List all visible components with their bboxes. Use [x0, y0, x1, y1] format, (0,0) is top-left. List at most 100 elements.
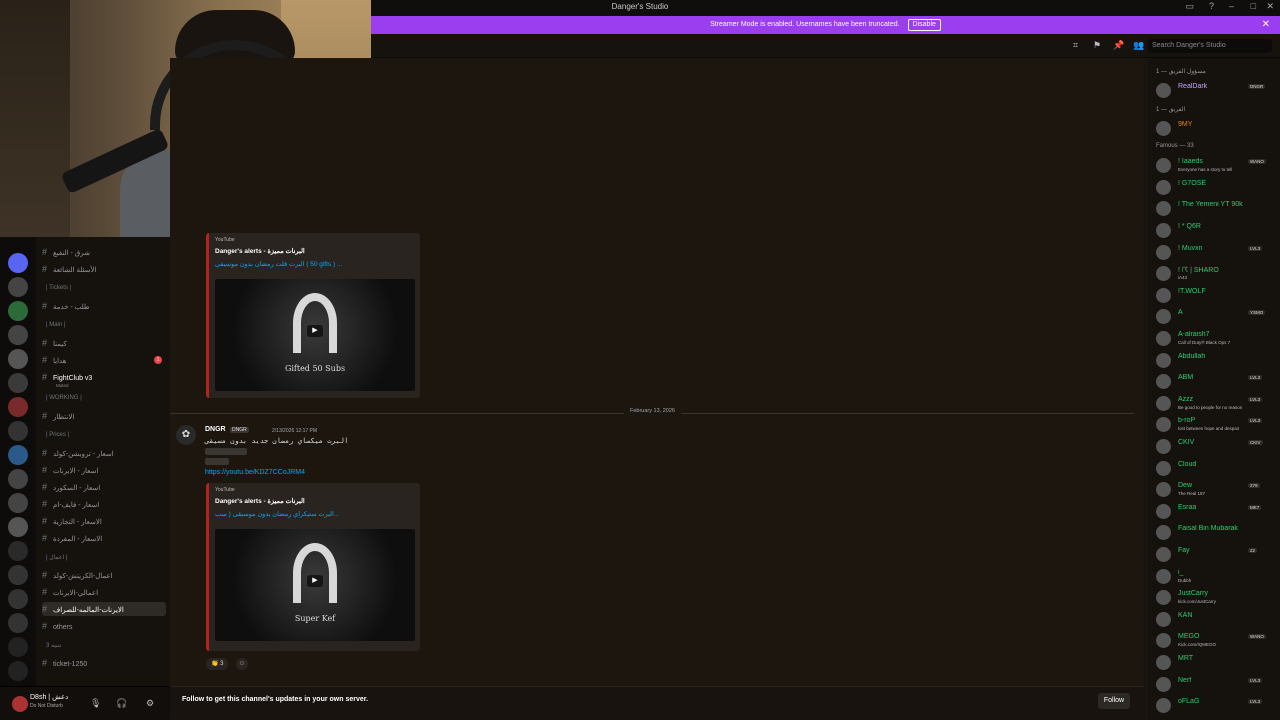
member-item[interactable]: ! The Yemeni YT 90k [1154, 198, 1276, 218]
member-item[interactable]: Fay 22 [1154, 544, 1276, 564]
member-item[interactable]: Nerf LVL3 [1154, 674, 1276, 694]
channel-item[interactable]: # others [42, 619, 166, 633]
server-icon[interactable] [8, 541, 28, 561]
channel-item[interactable]: # الايرنات-المالمه-للصراف [42, 602, 166, 616]
member-item[interactable]: KAN [1154, 609, 1276, 629]
play-icon[interactable]: ▶ [307, 575, 323, 587]
server-icon[interactable] [8, 373, 28, 393]
server-icon[interactable] [8, 613, 28, 633]
video-embed-1[interactable]: YouTube Danger's alerts - البرنات مميزة … [206, 233, 420, 398]
threads-icon[interactable]: ⌗ [1073, 40, 1078, 51]
member-item[interactable]: MRT [1154, 652, 1276, 672]
inbox-icon[interactable]: ▭ [1185, 1, 1194, 12]
message-link[interactable]: https://youtu.be/KDZ7CCoJRM4 [205, 469, 305, 476]
server-icon[interactable] [8, 517, 28, 537]
spoiler[interactable] [205, 458, 229, 465]
member-item[interactable]: MEGO WANO Kick.com/IQMEGO [1154, 630, 1276, 650]
channel-item[interactable]: # الاسعار - المفردة [42, 531, 166, 545]
reaction-button[interactable]: 👏 3 [206, 658, 229, 670]
channel-item[interactable]: # اعمالي-الايرنات [42, 585, 166, 599]
maximize-icon[interactable]: □ [1251, 1, 1256, 11]
channel-item[interactable]: # ticket-1250 [42, 656, 166, 670]
member-item[interactable]: CKIV CKIV [1154, 436, 1276, 456]
member-item[interactable]: ! G7OSE [1154, 177, 1276, 197]
member-item[interactable]: Faisal Bin Mubarak [1154, 522, 1276, 542]
member-item[interactable]: A-alraish7 Call of Duty® Black Ops 7 [1154, 328, 1276, 348]
play-icon[interactable]: ▶ [307, 325, 323, 337]
member-item[interactable]: Dew 279 The Real 187 [1154, 479, 1276, 499]
channel-category[interactable]: | Main | [46, 322, 65, 328]
avatar[interactable]: ✿ [176, 425, 196, 445]
channel-item[interactable]: # الانتظار [42, 409, 166, 423]
video-thumbnail[interactable]: ▶ Super Kef [215, 529, 415, 641]
server-icon[interactable] [8, 421, 28, 441]
server-icon[interactable] [8, 301, 28, 321]
spoiler[interactable] [205, 448, 247, 455]
server-icon[interactable] [8, 445, 28, 465]
server-icon[interactable] [8, 493, 28, 513]
channel-item[interactable]: # اسعار - فايف-ام [42, 497, 166, 511]
channel-item[interactable]: # الاسعار - التجارية [42, 514, 166, 528]
member-item[interactable]: Cloud [1154, 458, 1276, 478]
member-item[interactable]: ! Iaaeds WANO Everyone has a story to tell [1154, 155, 1276, 175]
member-item[interactable]: ! ☈ | SHARO iA43 [1154, 263, 1276, 283]
follow-button[interactable]: Follow [1098, 693, 1130, 709]
member-item[interactable]: Esraa MK7 [1154, 501, 1276, 521]
message-author[interactable]: DNGR [205, 426, 226, 433]
disable-button[interactable]: Disable [907, 19, 941, 31]
server-icon[interactable] [8, 397, 28, 417]
channel-item[interactable]: # اسعار - ترويشن-كولد [42, 446, 166, 460]
member-item[interactable]: i_ Dubbh [1154, 566, 1276, 586]
server-icon[interactable] [8, 469, 28, 489]
member-item[interactable]: 9MY [1154, 118, 1276, 138]
server-icon[interactable] [8, 589, 28, 609]
member-item[interactable]: ! * Q6R [1154, 220, 1276, 240]
add-reaction-icon[interactable]: ☺ [236, 658, 248, 670]
server-icon[interactable] [8, 277, 28, 297]
channel-item[interactable]: # FightClub v3 Muted [42, 370, 166, 388]
member-item[interactable]: ! Muvxn LVL3 [1154, 242, 1276, 262]
channel-item[interactable]: # هدايا 1 [42, 353, 166, 367]
minimize-icon[interactable]: – [1229, 1, 1234, 11]
member-item[interactable]: A YSMO [1154, 306, 1276, 326]
channel-category[interactable]: 3 تنبيه [46, 642, 61, 649]
member-item[interactable]: oFLaG LVL3 [1154, 695, 1276, 715]
video-embed-2[interactable]: YouTube Danger's alerts - البرنات مميزة … [206, 483, 420, 651]
member-item[interactable]: JustCarry kick.com/JustCarry [1154, 587, 1276, 607]
embed-title[interactable]: البرت ستيكراي رمضان بدون موسيقى ( سب... [215, 510, 339, 518]
gear-icon[interactable]: ⚙ [146, 698, 154, 709]
member-item[interactable]: RealDark DNGR [1154, 80, 1276, 100]
channel-item[interactable]: # اسعار - الايرنات [42, 463, 166, 477]
server-icon[interactable] [8, 349, 28, 369]
member-item[interactable]: Abdullah [1154, 350, 1276, 370]
help-icon[interactable]: ? [1209, 1, 1214, 11]
channel-item[interactable]: # شرق - النفيع [42, 245, 166, 259]
channel-category[interactable]: | WORKING | [46, 395, 82, 401]
headphones-icon[interactable]: 🎧 [116, 698, 127, 709]
close-window-icon[interactable]: ✕ [1266, 1, 1274, 12]
server-icon[interactable] [8, 637, 28, 657]
members-icon[interactable]: 👥 [1133, 40, 1144, 51]
mute-icon[interactable]: ⚑ [1093, 40, 1101, 51]
member-item[interactable]: !T.WOLF [1154, 285, 1276, 305]
avatar[interactable] [12, 696, 28, 712]
member-item[interactable]: b-roP LVL3 lost between hope and despair [1154, 414, 1276, 434]
embed-title[interactable]: البرت قلت رمضان بدون موسيقى ( 50 gifts )… [215, 260, 342, 268]
close-banner-icon[interactable]: ✕ [1262, 16, 1270, 34]
microphone-icon[interactable]: 🎙 [90, 698, 101, 709]
server-icon[interactable] [8, 661, 28, 681]
search-input[interactable]: Search Danger's Studio [1148, 39, 1272, 53]
server-icon[interactable] [8, 565, 28, 585]
channel-category[interactable]: | اعمال | [46, 554, 67, 561]
channel-category[interactable]: | Prices | [46, 432, 69, 438]
pin-icon[interactable]: 📌 [1113, 40, 1124, 51]
video-thumbnail[interactable]: ▶ Gifted 50 Subs [215, 279, 415, 391]
member-item[interactable]: Azzz LVL3 Be good to people for no reason [1154, 393, 1276, 413]
channel-item[interactable]: # اسعار - السكورد [42, 480, 166, 494]
server-icon[interactable] [8, 325, 28, 345]
server-icon[interactable] [8, 253, 28, 273]
channel-item[interactable]: # الأسئلة الشائعة [42, 262, 166, 276]
channel-item[interactable]: # طلب - خدمة [42, 299, 166, 313]
member-item[interactable]: ABM LVL3 [1154, 371, 1276, 391]
channel-item[interactable]: # اعمال-الكريتش-كولد [42, 568, 166, 582]
